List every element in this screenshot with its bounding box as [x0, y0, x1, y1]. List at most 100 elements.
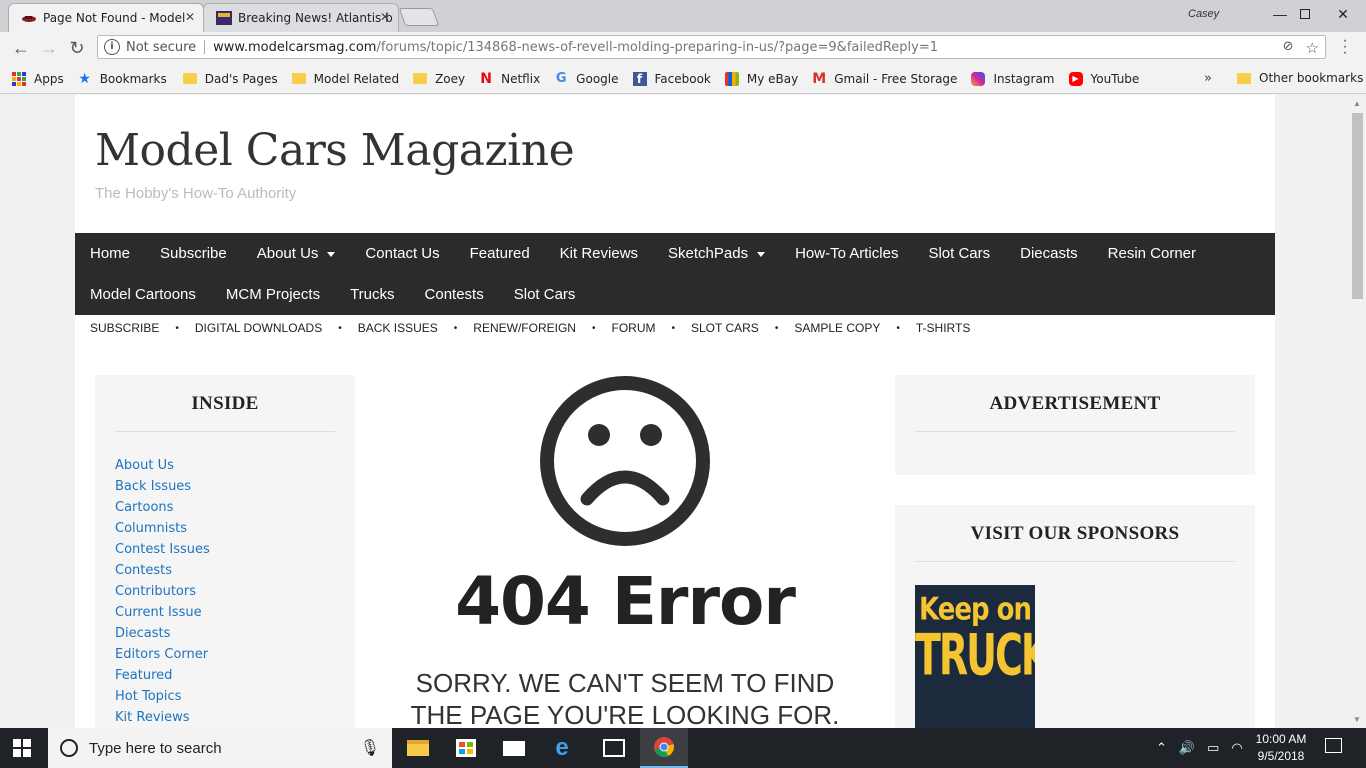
bookmark-dads-pages[interactable]: Dad's Pages [182, 72, 278, 86]
nav-item-how-to-articles[interactable]: How-To Articles [780, 233, 913, 274]
scrollbar-thumb[interactable] [1352, 113, 1363, 299]
subnav-link-digital-downloads[interactable]: DIGITAL DOWNLOADS [195, 321, 322, 337]
volume-icon[interactable]: 🔊 [1179, 740, 1195, 756]
close-window-icon[interactable]: ✕ [1323, 4, 1363, 24]
facebook-icon: f [632, 71, 647, 86]
bookmark-bookmarks[interactable]: ★ Bookmarks [78, 72, 166, 86]
tab-breaking-news[interactable]: Breaking News! Atlantis b ✕ [203, 3, 399, 32]
scroll-up-arrow-icon[interactable]: ▲ [1353, 99, 1361, 108]
chrome-icon[interactable] [640, 728, 688, 768]
inside-link-kit-reviews[interactable]: Kit Reviews [115, 707, 210, 728]
close-tab-icon[interactable]: ✕ [185, 10, 195, 24]
inside-link-editors-corner[interactable]: Editors Corner [115, 644, 210, 665]
bookmark-netflix[interactable]: N Netflix [479, 72, 540, 86]
windows-start-icon[interactable] [13, 739, 31, 757]
page-scrollbar[interactable]: ▲ ▼ [1349, 95, 1366, 728]
subnav-link-t-shirts[interactable]: T-SHIRTS [916, 321, 970, 337]
nav-item-subscribe[interactable]: Subscribe [145, 233, 242, 274]
site-title[interactable]: Model Cars Magazine [95, 125, 575, 176]
restore-icon[interactable] [1277, 4, 1317, 24]
bookmark-model-related[interactable]: Model Related [291, 72, 399, 86]
bookmark-gmail[interactable]: M Gmail - Free Storage [812, 72, 957, 86]
bookmark-star-icon[interactable]: ☆ [1306, 39, 1319, 57]
inside-link-back-issues[interactable]: Back Issues [115, 476, 210, 497]
clock-date: 9/5/2018 [1257, 749, 1305, 763]
nav-item-resin-corner[interactable]: Resin Corner [1093, 233, 1211, 274]
subnav-link-back-issues[interactable]: BACK ISSUES [358, 321, 438, 337]
inside-link-columnists[interactable]: Columnists [115, 518, 210, 539]
taskbar-clock[interactable]: 10:00 AM 9/5/2018 [1248, 731, 1314, 765]
nav-item-label: Contests [424, 286, 484, 303]
nav-item-diecasts[interactable]: Diecasts [1005, 233, 1093, 274]
nav-item-about-us[interactable]: About Us [242, 233, 351, 274]
address-bar[interactable]: i Not secure www.modelcarsmag.com/forums… [97, 35, 1326, 59]
cortana-circle-icon [60, 739, 78, 757]
clock-time: 10:00 AM [1255, 732, 1307, 746]
battery-icon[interactable]: ▭ [1207, 740, 1219, 756]
nav-item-label: Slot Cars [513, 286, 576, 303]
action-center-icon[interactable] [1325, 738, 1342, 753]
nav-item-kit-reviews[interactable]: Kit Reviews [545, 233, 653, 274]
taskbar-search-input[interactable]: Type here to search 🎙 [48, 728, 392, 768]
new-tab-button[interactable] [398, 8, 440, 26]
bookmark-label: Instagram [993, 71, 1055, 86]
nav-item-featured[interactable]: Featured [455, 233, 545, 274]
bookmark-google[interactable]: G Google [554, 71, 619, 86]
sad-face-icon [540, 376, 710, 546]
subnav-link-slot-cars[interactable]: SLOT CARS [691, 321, 759, 337]
subnav-link-subscribe[interactable]: SUBSCRIBE [90, 321, 159, 337]
nav-item-model-cartoons[interactable]: Model Cartoons [75, 274, 211, 315]
bookmark-instagram[interactable]: Instagram [971, 71, 1055, 86]
inside-link-diecasts[interactable]: Diecasts [115, 623, 210, 644]
show-hidden-icons-icon[interactable]: ⌃ [1156, 740, 1167, 756]
more-bookmarks-button[interactable]: » [1204, 71, 1212, 86]
inside-link-current-issue[interactable]: Current Issue [115, 602, 210, 623]
car-favicon-icon [22, 16, 36, 22]
photos-icon[interactable] [590, 728, 638, 768]
inside-link-contest-issues[interactable]: Contest Issues [115, 539, 210, 560]
nav-item-sketchpads[interactable]: SketchPads [653, 233, 780, 274]
nav-item-mcm-projects[interactable]: MCM Projects [211, 274, 335, 315]
profile-name[interactable]: Casey [1188, 8, 1219, 20]
mail-icon[interactable] [490, 728, 538, 768]
caret-down-icon [757, 251, 766, 257]
subnav-link-renew-foreign[interactable]: RENEW/FOREIGN [473, 321, 576, 337]
inside-link-contributors[interactable]: Contributors [115, 581, 210, 602]
inside-link-hot-topics[interactable]: Hot Topics [115, 686, 210, 707]
bookmark-apps[interactable]: Apps [12, 71, 64, 86]
other-bookmarks-button[interactable]: Other bookmarks [1237, 71, 1363, 85]
subnav-link-sample-copy[interactable]: SAMPLE COPY [794, 321, 880, 337]
bookmark-label: Zoey [435, 71, 466, 86]
edge-icon[interactable]: e [538, 728, 586, 768]
nav-item-contact-us[interactable]: Contact Us [350, 233, 454, 274]
bookmark-youtube[interactable]: ▶ YouTube [1068, 71, 1139, 86]
sponsor-banner-keep-on-truckin[interactable]: Keep on TRUCKIN' [915, 585, 1035, 728]
nav-item-trucks[interactable]: Trucks [335, 274, 409, 315]
back-arrow-icon[interactable]: ← [9, 36, 33, 60]
inside-link-featured[interactable]: Featured [115, 665, 210, 686]
bookmark-ebay[interactable]: My eBay [724, 71, 798, 86]
scroll-down-arrow-icon[interactable]: ▼ [1353, 715, 1361, 724]
tab-page-not-found[interactable]: Page Not Found - Model ✕ [8, 3, 204, 32]
browser-menu-icon[interactable]: · · · [1337, 33, 1353, 61]
bookmark-label: Netflix [501, 71, 541, 86]
nav-item-contests[interactable]: Contests [410, 274, 499, 315]
inside-link-cartoons[interactable]: Cartoons [115, 497, 210, 518]
reload-icon[interactable]: ↻ [65, 36, 89, 60]
bookmark-zoey[interactable]: Zoey [413, 72, 465, 86]
inside-link-about-us[interactable]: About Us [115, 455, 210, 476]
file-explorer-icon[interactable] [394, 728, 442, 768]
inside-link-contests[interactable]: Contests [115, 560, 210, 581]
nav-item-slot-cars[interactable]: Slot Cars [499, 274, 591, 315]
nav-item-slot-cars[interactable]: Slot Cars [913, 233, 1005, 274]
store-icon[interactable] [442, 728, 490, 768]
nav-item-home[interactable]: Home [75, 233, 145, 274]
blocked-content-icon[interactable]: ⊘ [1283, 39, 1294, 57]
wifi-icon[interactable]: ◠ [1231, 740, 1242, 756]
subnav-link-forum[interactable]: FORUM [611, 321, 655, 337]
forward-arrow-icon[interactable]: → [37, 36, 61, 60]
microphone-icon[interactable]: 🎙 [360, 738, 380, 758]
info-icon[interactable]: i [104, 39, 120, 55]
close-tab-icon[interactable]: ✕ [380, 10, 390, 24]
bookmark-facebook[interactable]: f Facebook [632, 71, 711, 86]
